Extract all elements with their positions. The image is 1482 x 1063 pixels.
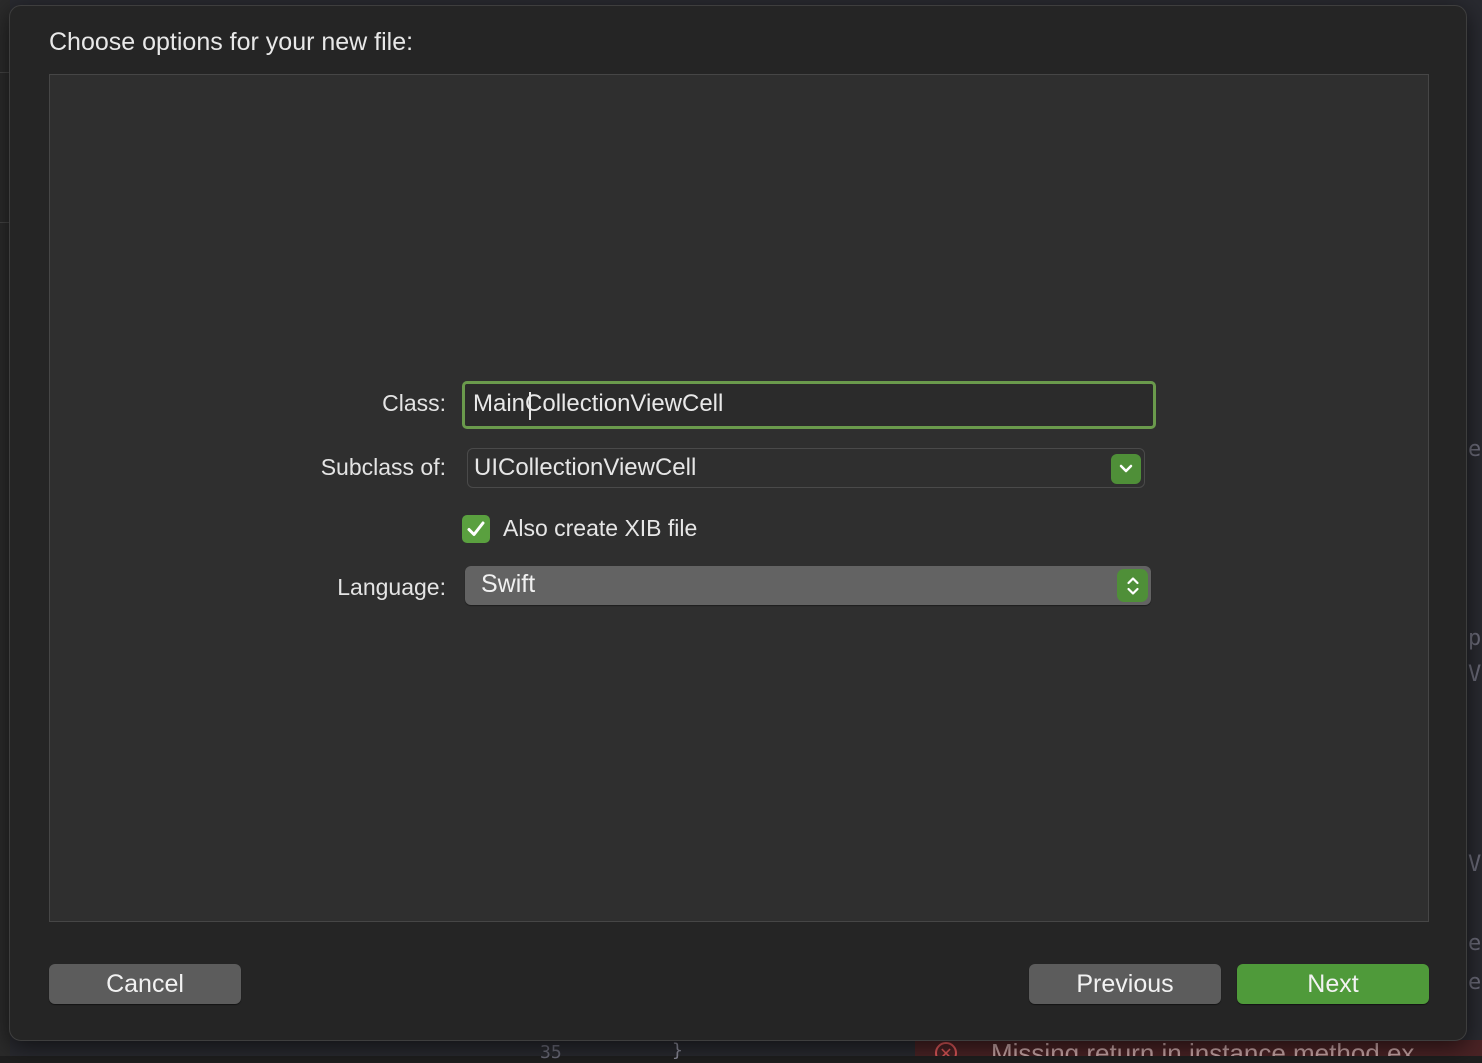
background-code-fragment: Vi bbox=[1468, 662, 1482, 687]
background-code-fragment: e bbox=[1468, 970, 1482, 995]
subclass-value: UICollectionViewCell bbox=[474, 454, 697, 481]
checkmark-icon bbox=[467, 521, 485, 536]
next-button[interactable]: Next bbox=[1237, 964, 1429, 1004]
class-label: Class: bbox=[382, 390, 446, 416]
class-name-input[interactable]: MainCollectionViewCell bbox=[462, 381, 1156, 429]
new-file-options-sheet: Choose options for your new file: Class:… bbox=[9, 5, 1467, 1041]
background-code-fragment: pl bbox=[1468, 626, 1482, 651]
background-code-fragment: ed bbox=[1468, 437, 1482, 462]
background-code-fragment: el bbox=[1468, 931, 1482, 956]
error-circle-icon: ✕ bbox=[935, 1042, 957, 1056]
background-code-brace: } bbox=[672, 1040, 683, 1061]
text-caret bbox=[529, 392, 531, 420]
language-label: Language: bbox=[337, 574, 446, 600]
background-code-fragment: Vi bbox=[1468, 852, 1482, 877]
chevron-down-icon bbox=[1119, 464, 1133, 473]
error-message: Missing return in instance method ex bbox=[991, 1040, 1415, 1056]
subclass-label: Subclass of: bbox=[320, 454, 446, 480]
subclass-dropdown-button[interactable] bbox=[1111, 454, 1141, 484]
xib-checkbox-label[interactable]: Also create XIB file bbox=[503, 515, 697, 542]
subclass-combo-box[interactable]: UICollectionViewCell bbox=[467, 448, 1145, 488]
xib-checkbox[interactable] bbox=[462, 515, 490, 543]
language-popup-button[interactable]: Swift bbox=[465, 566, 1151, 605]
background-error-banner: ✕ Missing return in instance method ex bbox=[915, 1040, 1482, 1056]
cancel-button[interactable]: Cancel bbox=[49, 964, 241, 1004]
class-name-value: MainCollectionViewCell bbox=[473, 390, 724, 417]
previous-button[interactable]: Previous bbox=[1029, 964, 1221, 1004]
language-value: Swift bbox=[481, 570, 536, 598]
background-line-number: 35 bbox=[540, 1042, 562, 1063]
up-down-chevron-icon bbox=[1126, 576, 1139, 595]
options-panel: Class: MainCollectionViewCell Subclass o… bbox=[49, 74, 1429, 922]
language-popup-arrows[interactable] bbox=[1117, 569, 1148, 602]
sheet-title: Choose options for your new file: bbox=[49, 28, 414, 56]
